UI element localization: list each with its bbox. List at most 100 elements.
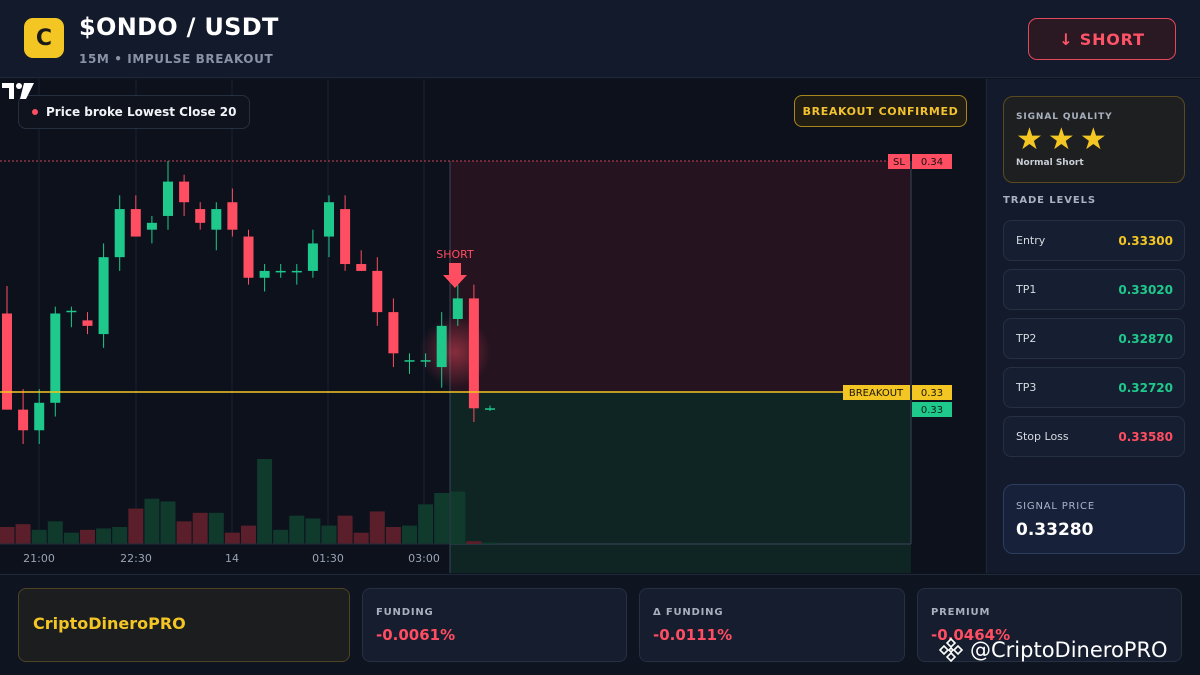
stat-value: -0.0061%	[376, 626, 456, 644]
volume-bar	[257, 459, 273, 544]
candle	[259, 264, 270, 292]
time-label: 01:30	[312, 552, 344, 565]
candle-body	[452, 298, 463, 319]
volume-bar	[273, 529, 289, 544]
volume-bar	[337, 515, 353, 544]
stat-value: -0.0111%	[653, 626, 733, 644]
candle-body	[195, 209, 206, 223]
candle-body	[34, 402, 45, 431]
volume-bar	[241, 525, 256, 544]
candle	[404, 353, 415, 374]
time-label: 21:00	[23, 552, 55, 565]
candle	[130, 195, 141, 237]
level-tp3: TP3 0.32720	[1003, 367, 1185, 408]
candle-body	[114, 209, 125, 258]
alert-dot-icon	[32, 109, 38, 115]
candle	[388, 298, 399, 368]
volume-bar	[321, 525, 337, 544]
candle	[163, 161, 173, 230]
volume-bar	[47, 521, 63, 544]
breakout-tag: BREAKOUT	[849, 388, 904, 399]
level-tp2: TP2 0.32870	[1003, 318, 1185, 359]
candle-body	[340, 209, 351, 265]
star-icon: ★	[1047, 122, 1075, 157]
volume-bar	[418, 504, 434, 544]
level-tp1: TP1 0.33020	[1003, 269, 1185, 310]
candle	[66, 306, 77, 328]
rating-stars: ★ ★ ★	[1016, 125, 1107, 155]
brand-name: CriptoDineroPRO	[33, 614, 186, 633]
volume-bar	[482, 542, 498, 544]
candle	[324, 195, 334, 258]
volume-bar	[128, 508, 144, 544]
level-value: 0.33580	[1118, 430, 1173, 444]
volume-bar	[176, 521, 192, 544]
candle	[114, 195, 125, 271]
candle-body	[259, 270, 270, 278]
sl-value: 0.34	[921, 157, 943, 168]
volume-bar	[466, 541, 482, 544]
stat-label: Δ FUNDING	[653, 607, 724, 618]
candle	[275, 264, 286, 278]
legend-text: Price broke Lowest Close 20	[46, 105, 237, 119]
candle	[372, 257, 383, 326]
candle-body	[18, 409, 29, 431]
candle	[307, 229, 318, 278]
volume-bar	[112, 527, 128, 544]
candle-body	[420, 360, 431, 362]
chart-canvas: SHORT SL 0.34 BREAKOUT 0.33 0.33 21:00 22…	[0, 79, 952, 573]
signal-glow	[419, 316, 491, 388]
candle	[340, 195, 351, 271]
volume-bar	[80, 529, 95, 544]
level-value: 0.33020	[1118, 283, 1173, 297]
legend-pill: Price broke Lowest Close 20	[18, 95, 251, 129]
candle-body	[356, 264, 367, 271]
candle	[243, 229, 254, 285]
level-name: Entry	[1016, 234, 1046, 247]
footer: CriptoDineroPRO FUNDING -0.0061% Δ FUNDI…	[0, 574, 1200, 675]
candle	[50, 306, 61, 417]
header: C $ONDO / USDT 15M • IMPULSE BREAKOUT ↓ …	[0, 0, 1200, 78]
candle	[146, 215, 157, 244]
candle-body	[227, 202, 238, 230]
binance-logo-icon	[938, 637, 964, 663]
candle-body	[291, 270, 302, 273]
candle	[227, 188, 238, 237]
candle	[98, 243, 109, 348]
short-button[interactable]: ↓ SHORT	[1028, 18, 1176, 60]
level-stop-loss: Stop Loss 0.33580	[1003, 416, 1185, 457]
candle-body	[50, 313, 61, 403]
volume-bar	[450, 491, 466, 544]
trade-levels-title: TRADE LEVELS	[1003, 195, 1097, 206]
price-chart[interactable]: SHORT SL 0.34 BREAKOUT 0.33 0.33 21:00 22…	[0, 79, 985, 573]
star-icon: ★	[1016, 122, 1043, 157]
candle-body	[388, 312, 399, 354]
coin-logo-icon: C	[24, 18, 64, 58]
last-price-value: 0.33	[921, 405, 943, 416]
level-value: 0.32720	[1118, 381, 1173, 395]
candle-body	[163, 181, 173, 216]
time-label: 03:00	[408, 552, 440, 565]
tradingview-logo-icon[interactable]	[0, 79, 36, 103]
candle	[356, 250, 367, 271]
stat-label: PREMIUM	[931, 607, 991, 618]
candle	[211, 202, 222, 251]
signal-quality-title: SIGNAL QUALITY	[1016, 112, 1113, 122]
breakout-confirmed-badge: BREAKOUT CONFIRMED	[794, 95, 967, 127]
level-value: 0.33300	[1118, 234, 1173, 248]
volume-bar	[160, 501, 176, 544]
time-axis: 21:00 22:30 14 01:30 03:00	[23, 552, 440, 565]
volume-bar	[305, 518, 321, 544]
signal-quality-label: Normal Short	[1016, 158, 1084, 168]
volume-bar	[15, 524, 31, 544]
signal-price-title: SIGNAL PRICE	[1016, 501, 1095, 512]
stat-label: FUNDING	[376, 607, 434, 618]
volume-bar	[31, 529, 47, 544]
volume-bar	[0, 527, 15, 544]
signal-panel: SIGNAL QUALITY ★ ★ ★ Normal Short TRADE …	[986, 79, 1200, 573]
volume-bars	[0, 459, 498, 544]
candle-body	[2, 313, 12, 410]
watermark-text: @CriptoDineroPRO	[970, 638, 1168, 662]
star-icon: ★	[1079, 122, 1107, 157]
candle	[2, 286, 12, 410]
